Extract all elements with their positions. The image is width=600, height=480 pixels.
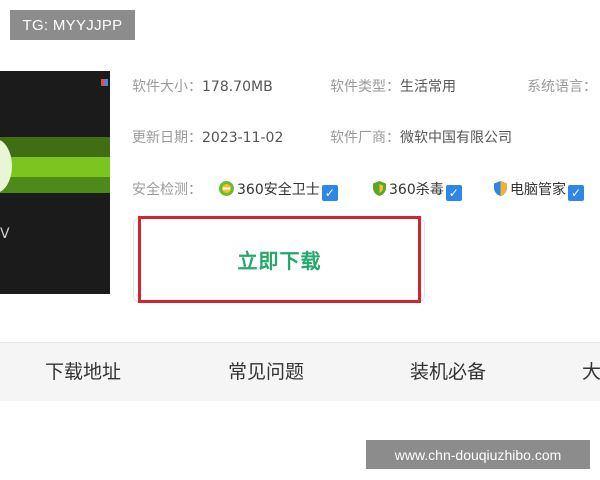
security-item-360-antivirus: 360杀毒 ✓ xyxy=(372,179,462,201)
type-field: 软件类型：生活常用 xyxy=(330,76,456,96)
url-watermark: www.chn-douqiuzhibo.com xyxy=(366,440,590,469)
security-label-text: 安全检测： xyxy=(132,182,202,198)
security-item-label: 电脑管家 xyxy=(510,182,566,198)
language-field: 系统语言： xyxy=(527,76,597,96)
tab-partial[interactable]: 大 xyxy=(582,343,600,401)
date-field: 更新日期：2023-11-02 xyxy=(132,127,283,147)
pc-manager-icon xyxy=(493,180,508,201)
check-icon: ✓ xyxy=(321,185,338,201)
tab-download-address[interactable]: 下载地址 xyxy=(45,343,121,401)
size-label: 软件大小： xyxy=(132,79,202,95)
tab-bar: 下载地址 常见问题 装机必备 大 xyxy=(0,342,600,401)
thumbnail-stripe xyxy=(0,137,110,157)
security-item-label: 360杀毒 xyxy=(389,182,444,198)
size-field: 软件大小：178.70MB xyxy=(132,76,273,96)
tab-faq[interactable]: 常见问题 xyxy=(228,343,304,401)
date-label: 更新日期： xyxy=(132,130,202,146)
vendor-value: 微软中国有限公司 xyxy=(400,130,512,146)
security-item-pc-manager: 电脑管家 ✓ xyxy=(493,179,584,201)
tg-watermark: TG: MYYJJPP xyxy=(10,10,135,40)
check-icon: ✓ xyxy=(568,185,584,201)
security-label: 安全检测： xyxy=(132,179,202,199)
thumbnail-stripe xyxy=(0,177,110,193)
download-now-button[interactable]: 立即下载 xyxy=(140,218,419,301)
language-label: 系统语言： xyxy=(527,79,597,95)
vendor-label: 软件厂商： xyxy=(330,130,400,146)
software-thumbnail[interactable]: V xyxy=(0,71,110,294)
360-safeguard-icon xyxy=(218,180,235,201)
security-item-label: 360安全卫士 xyxy=(237,182,320,198)
thumbnail-text: V xyxy=(0,226,10,242)
vendor-field: 软件厂商：微软中国有限公司 xyxy=(330,127,512,147)
type-value: 生活常用 xyxy=(400,79,456,95)
360-antivirus-icon xyxy=(372,180,387,201)
size-value: 178.70MB xyxy=(202,79,273,95)
date-value: 2023-11-02 xyxy=(202,130,284,146)
security-item-360-safeguard: 360安全卫士 ✓ xyxy=(218,179,338,201)
windows-logo-icon xyxy=(101,79,108,86)
check-icon: ✓ xyxy=(445,185,462,201)
tab-essential-software[interactable]: 装机必备 xyxy=(410,343,486,401)
thumbnail-stripe xyxy=(0,157,110,177)
type-label: 软件类型： xyxy=(330,79,400,95)
